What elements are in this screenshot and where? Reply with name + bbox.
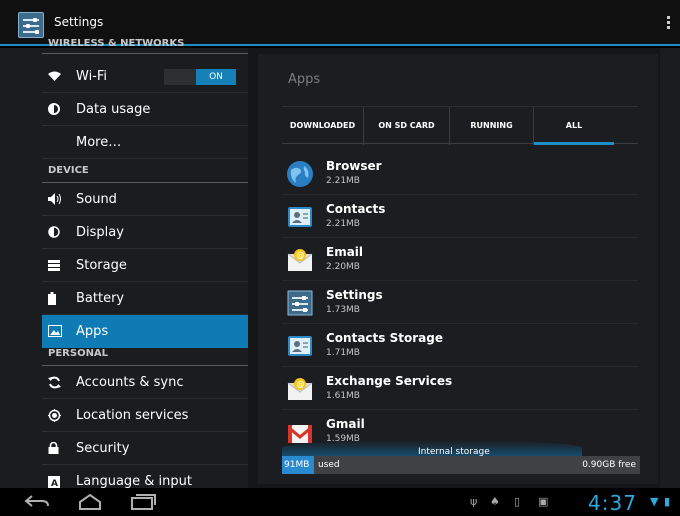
apps-tabs: DOWNLOADED ON SD CARD RUNNING ALL (282, 106, 638, 145)
usb-icon: ψ (470, 495, 478, 508)
battery-icon (48, 290, 70, 306)
list-item[interactable]: @ Exchange Services 1.61MB (282, 367, 638, 410)
app-size: 2.20MB (326, 262, 360, 272)
gmail-icon (286, 418, 314, 446)
app-list: Browser 2.21MB Contacts 2.21MB @ Email 2… (282, 152, 638, 472)
app-size: 1.73MB (326, 305, 360, 315)
app-name: Browser (326, 159, 382, 173)
svg-text:@: @ (297, 380, 305, 389)
email-icon: @ (286, 246, 314, 274)
apps-pane: Apps DOWNLOADED ON SD CARD RUNNING ALL B… (248, 48, 660, 488)
sd-card-icon: ▯ (514, 495, 521, 508)
back-button[interactable] (24, 494, 50, 510)
lock-icon (48, 440, 70, 456)
sidebar-item-label: Data usage (76, 101, 151, 117)
brightness-icon (48, 224, 70, 240)
system-bar: ψ ♠ ▯ ▣ 4:37 ▼ ▮ (0, 488, 680, 516)
list-item[interactable]: Contacts Storage 1.71MB (282, 324, 638, 367)
sidebar-item-wifi[interactable]: Wi-Fi ON (42, 60, 248, 93)
sync-icon (48, 374, 70, 390)
app-size: 1.61MB (326, 391, 360, 401)
svg-text:@: @ (297, 251, 305, 260)
settings-icon (286, 289, 314, 317)
settings-list: WIRELESS & NETWORKS Wi-Fi ON Data usage … (42, 38, 248, 489)
tab-running[interactable]: RUNNING (450, 107, 534, 145)
app-size: 2.21MB (326, 219, 360, 229)
tab-all[interactable]: ALL (534, 107, 614, 145)
apps-icon (48, 323, 70, 339)
category-device: DEVICE (42, 159, 248, 183)
page-title: Settings (54, 15, 104, 29)
tab-downloaded[interactable]: DOWNLOADED (282, 107, 364, 145)
sidebar-item-label: Accounts & sync (76, 374, 184, 390)
sidebar-item-data-usage[interactable]: Data usage (42, 93, 248, 126)
app-size: 1.71MB (326, 348, 360, 358)
battery-status-icon: ▮ (664, 495, 671, 508)
category-personal: PERSONAL (42, 342, 248, 366)
settings-app-icon[interactable] (18, 12, 44, 38)
wifi-signal-icon: ▼ (650, 495, 659, 508)
wifi-toggle[interactable]: ON (164, 69, 236, 85)
sidebar-item-label: Display (76, 224, 124, 240)
list-item[interactable]: Browser 2.21MB (282, 152, 638, 195)
sidebar-item-display[interactable]: Display (42, 216, 248, 249)
list-item[interactable]: Contacts 2.21MB (282, 195, 638, 238)
sidebar-item-security[interactable]: Security (42, 432, 248, 465)
sidebar-item-more[interactable]: More… (42, 126, 248, 159)
app-name: Contacts (326, 202, 386, 216)
sidebar-item-sound[interactable]: Sound (42, 183, 248, 216)
exchange-icon: @ (286, 375, 314, 403)
storage-icon (48, 257, 70, 273)
sidebar-item-label: Language & input (76, 474, 192, 489)
main-area: WIRELESS & NETWORKS Wi-Fi ON Data usage … (0, 38, 680, 489)
overflow-menu-icon[interactable] (667, 16, 670, 30)
contacts-icon (286, 203, 314, 231)
wifi-toggle-on: ON (196, 69, 236, 85)
app-name: Contacts Storage (326, 331, 443, 345)
sidebar-item-location[interactable]: Location services (42, 399, 248, 432)
sidebar-item-label: Apps (76, 323, 109, 339)
sidebar-item-battery[interactable]: Battery (42, 282, 248, 315)
browser-icon (286, 160, 314, 188)
home-button[interactable] (76, 493, 104, 510)
sidebar-item-accounts-sync[interactable]: Accounts & sync (42, 366, 248, 399)
sidebar-item-label: Security (76, 440, 130, 456)
storage-bar: 91MB used 0.90GB free (282, 456, 640, 474)
speaker-icon (48, 191, 70, 207)
app-size: 2.21MB (326, 176, 360, 186)
app-name: Settings (326, 288, 383, 302)
app-name: Exchange Services (326, 374, 453, 388)
sidebar-item-label: Wi-Fi (76, 68, 108, 84)
sidebar-item-label: More… (76, 134, 122, 150)
sidebar-item-storage[interactable]: Storage (42, 249, 248, 282)
tab-on-sd-card[interactable]: ON SD CARD (364, 107, 450, 145)
sidebar-item-label: Battery (76, 290, 125, 306)
sidebar-item-label: Location services (76, 407, 189, 423)
sidebar-item-label: Sound (76, 191, 117, 207)
contacts-storage-icon (286, 332, 314, 360)
wifi-icon (48, 68, 70, 84)
recent-apps-button[interactable] (130, 494, 156, 510)
sidebar-item-label: Storage (76, 257, 127, 273)
apps-heading: Apps (288, 72, 321, 87)
clock: 4:37 (588, 491, 637, 515)
storage-used-suffix: used (318, 460, 340, 470)
svg-text:A: A (51, 479, 58, 488)
list-item[interactable]: Settings 1.73MB (282, 281, 638, 324)
app-name: Email (326, 245, 364, 259)
data-usage-icon (48, 101, 70, 117)
shopping-bag-icon: ▣ (538, 495, 549, 508)
storage-used-value: 91MB (284, 460, 310, 470)
list-item[interactable]: @ Email 2.20MB (282, 238, 638, 281)
android-debug-icon: ♠ (490, 495, 500, 508)
location-icon (48, 407, 70, 423)
app-name: Gmail (326, 417, 365, 431)
apps-panel: Apps DOWNLOADED ON SD CARD RUNNING ALL B… (258, 54, 658, 484)
category-wireless: WIRELESS & NETWORKS (42, 36, 248, 54)
storage-free: 0.90GB free (582, 460, 636, 470)
